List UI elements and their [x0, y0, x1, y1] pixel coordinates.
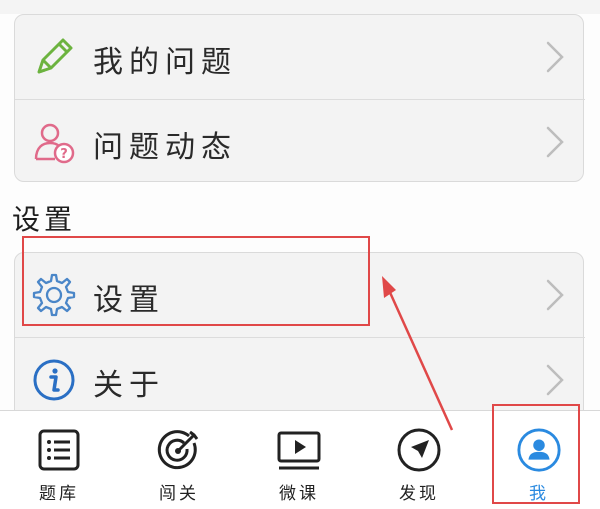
- tab-label: 我: [529, 484, 549, 504]
- menu-item-settings[interactable]: 设置: [15, 253, 585, 337]
- user-question-icon: ?: [29, 117, 79, 167]
- play-icon: [276, 427, 322, 473]
- pencil-icon: [29, 32, 79, 82]
- profile-page: 我的问题 ? 问题动态 设置 设置 关于 题库 闯关 微课 发现 我: [0, 0, 600, 508]
- compass-arrow-icon: [396, 427, 442, 473]
- tab-label: 题库: [39, 484, 79, 504]
- menu-item-label: 我的问题: [93, 45, 237, 80]
- tab-label: 微课: [279, 484, 319, 504]
- top-strip: [0, 0, 600, 14]
- chevron-right-icon: [543, 278, 567, 312]
- info-icon: [29, 355, 79, 405]
- gear-icon: [29, 270, 79, 320]
- svg-text:?: ?: [60, 147, 68, 162]
- profile-icon: [516, 427, 562, 473]
- tab-challenge[interactable]: 闯关: [124, 411, 234, 509]
- target-icon: [156, 427, 202, 473]
- menu-item-label: 问题动态: [93, 130, 237, 165]
- my-questions-card: 我的问题 ? 问题动态: [14, 14, 585, 184]
- tab-me[interactable]: 我: [484, 411, 594, 509]
- chevron-right-icon: [543, 125, 567, 159]
- tab-discover[interactable]: 发现: [364, 411, 474, 509]
- tab-question-bank[interactable]: 题库: [4, 411, 114, 509]
- bottom-tab-bar: 题库 闯关 微课 发现 我: [0, 410, 600, 508]
- menu-item-label: 设置: [93, 283, 165, 318]
- menu-item-question-updates[interactable]: ? 问题动态: [15, 100, 585, 184]
- tab-label: 闯关: [159, 484, 199, 504]
- tab-micro-course[interactable]: 微课: [244, 411, 354, 509]
- chevron-right-icon: [543, 40, 567, 74]
- list-icon: [36, 427, 82, 473]
- menu-item-my-questions[interactable]: 我的问题: [15, 15, 585, 99]
- tab-label: 发现: [399, 484, 439, 504]
- menu-item-label: 关于: [93, 368, 165, 403]
- chevron-right-icon: [543, 363, 567, 397]
- settings-card: 设置 关于: [14, 252, 585, 420]
- section-title: 设置: [12, 203, 77, 236]
